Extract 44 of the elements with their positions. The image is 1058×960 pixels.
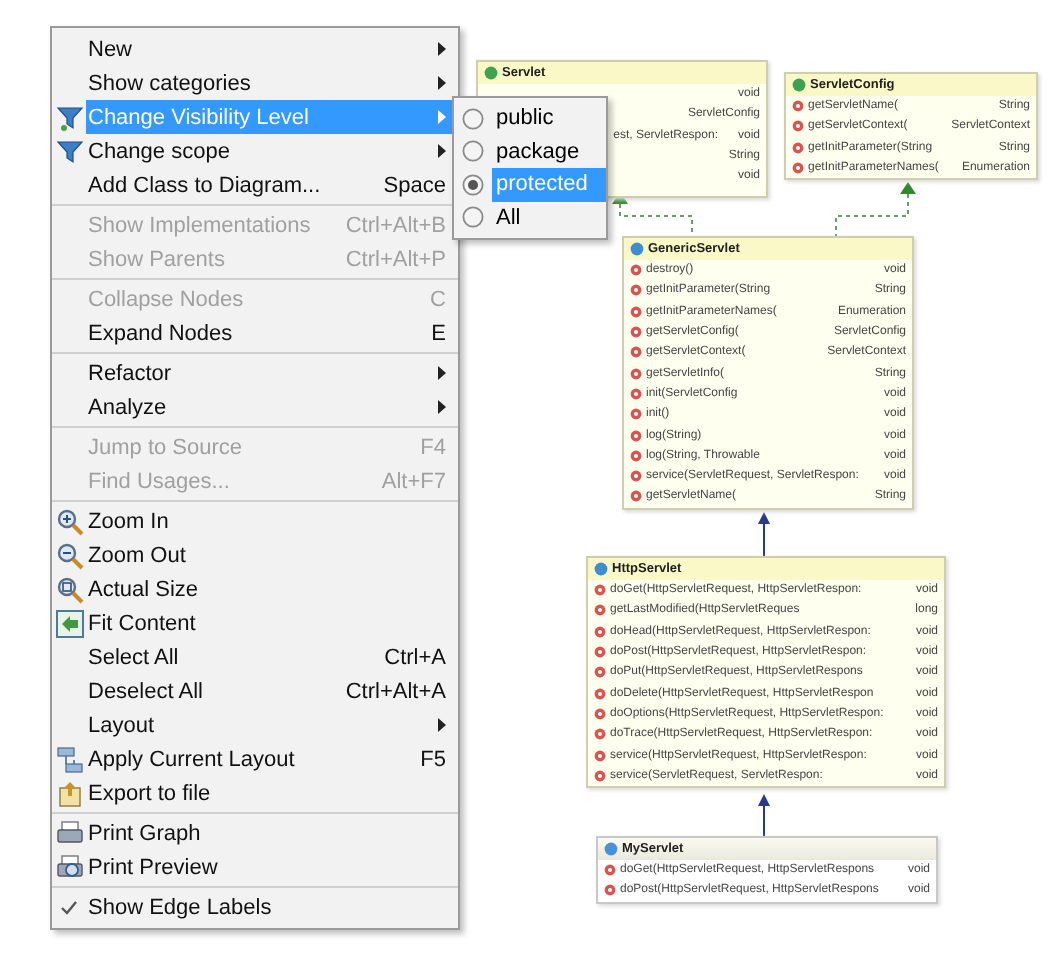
menu-item[interactable]: Layout [52,708,458,742]
menu-item[interactable]: New [52,32,458,66]
printer-icon [55,819,83,847]
menu-item[interactable]: Show categories [52,66,458,100]
export-icon [55,779,83,807]
zoom-in-icon [55,507,83,535]
submenu-option[interactable]: public [492,102,606,135]
menu-item[interactable]: Fit Content [52,606,458,640]
menu-item[interactable]: Print Graph [52,816,458,850]
menu-item[interactable]: Change scope [52,134,458,168]
menu-item[interactable]: Print Preview [52,850,458,884]
inheritance-arrow [758,794,770,837]
menu-item[interactable]: Export to file [52,776,458,810]
filter-people-icon [55,103,83,131]
radio-button[interactable] [462,206,484,229]
magnifier-icon [55,575,83,603]
menu-item[interactable]: Apply Current Layout F5 [52,742,458,776]
check-icon [60,899,78,915]
fit-content-icon [55,609,83,637]
menu-item[interactable]: Show Edge Labels [52,890,458,924]
menu-item[interactable]: Zoom Out [52,538,458,572]
menu-item[interactable]: Analyze [52,390,458,424]
radio-button[interactable] [462,140,484,163]
menu-item[interactable]: Select All Ctrl+A [52,640,458,674]
submenu-option[interactable]: All [492,201,606,234]
menu-item[interactable]: Expand Nodes E [52,316,458,350]
class-icon [792,78,806,92]
zoom-out-icon [55,541,83,569]
radio-button[interactable] [462,107,484,130]
menu-item[interactable]: Deselect All Ctrl+Alt+A [52,674,458,708]
submenu-option[interactable]: package [492,135,606,168]
layout-icon [55,745,83,773]
print-preview-icon [55,853,83,881]
inheritance-arrow [758,512,770,557]
class-icon [630,242,644,256]
class-icon [594,562,608,576]
class-icon [484,66,498,80]
menu-item[interactable]: Zoom In [52,504,458,538]
dashed-connector [835,182,916,237]
radio-button[interactable] [462,173,484,196]
menu-item[interactable]: Actual Size [52,572,458,606]
menu-item[interactable]: Add Class to Diagram... Space [52,168,458,202]
class-icon [604,842,618,856]
menu-item[interactable]: Refactor [52,356,458,390]
